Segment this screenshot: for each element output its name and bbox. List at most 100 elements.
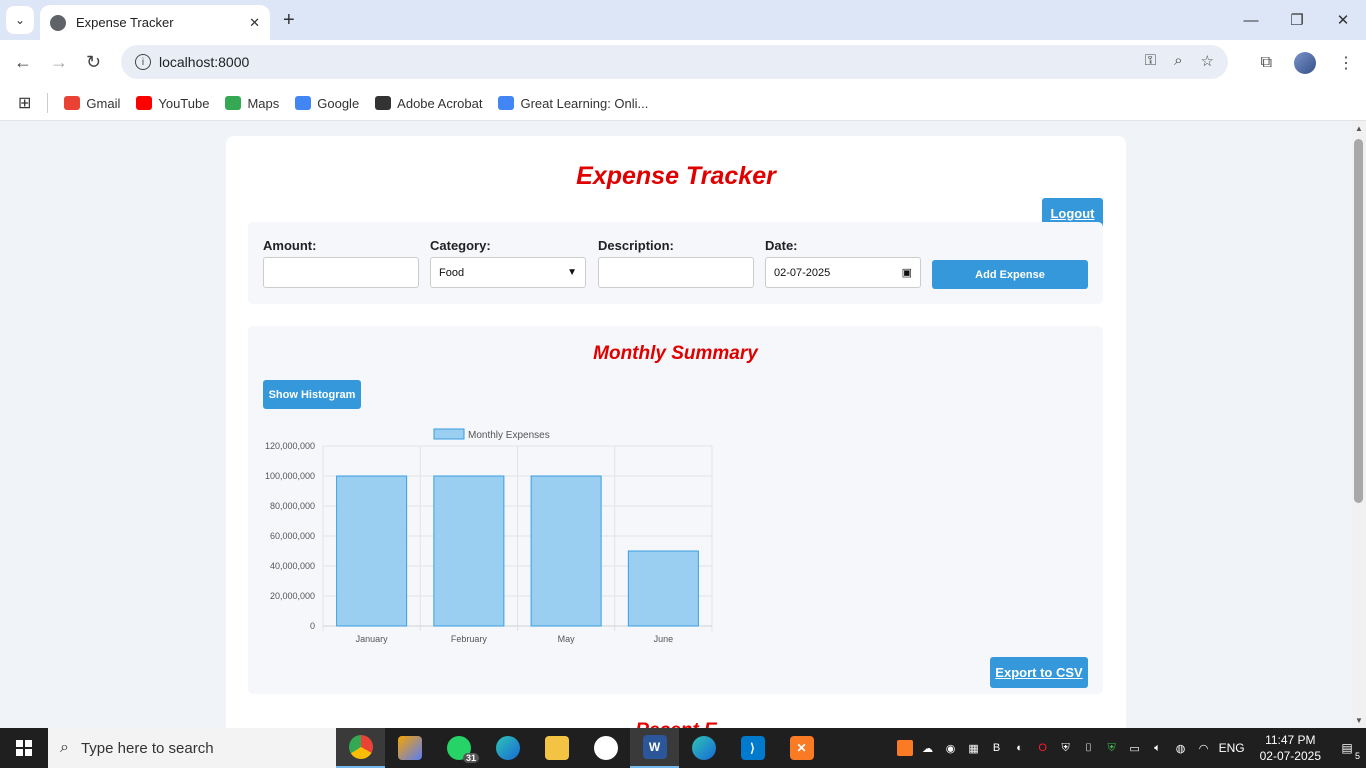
notification-count: 5 (1354, 751, 1360, 761)
restore-button[interactable]: ❐ (1274, 0, 1320, 40)
whatsapp-taskbar-icon[interactable]: 31 (434, 728, 483, 768)
browser-tab[interactable]: Expense Tracker ✕ (40, 5, 270, 40)
address-bar[interactable]: i localhost:8000 ⚿ ⌕ ☆ (121, 45, 1228, 79)
app-container: Expense Tracker Logout Amount: Category:… (226, 136, 1126, 728)
page-scrollbar[interactable]: ▲ ▼ (1352, 121, 1366, 728)
url-text: localhost:8000 (159, 54, 250, 70)
x-tick-label: February (451, 634, 488, 644)
windows-logo-icon (16, 740, 32, 756)
bookmark-label: Maps (247, 95, 280, 111)
apps-grid-icon[interactable]: ⊞ (18, 93, 31, 113)
legend-label: Monthly Expenses (468, 430, 550, 441)
amount-input[interactable] (263, 257, 419, 288)
start-button[interactable] (0, 728, 48, 768)
new-tab-button[interactable]: + (283, 9, 295, 32)
bookmark-label: YouTube (158, 95, 210, 111)
chrome-taskbar-icon[interactable] (336, 728, 385, 768)
profile-avatar[interactable] (1294, 52, 1316, 74)
legend-swatch (433, 428, 465, 440)
date-label: Date: (765, 238, 798, 253)
page-viewport: Expense Tracker Logout Amount: Category:… (0, 121, 1352, 728)
clock[interactable]: 11:47 PM 02-07-2025 (1260, 732, 1321, 764)
category-group: Category: Food ▼ (430, 238, 586, 288)
camera-icon[interactable]: ◍ (1173, 740, 1189, 756)
chevron-down-icon: ▼ (567, 267, 577, 278)
bookmark-icon (225, 96, 242, 110)
calendar-icon[interactable]: ▣ (902, 266, 912, 279)
bookmark-item[interactable]: Gmail (64, 96, 120, 111)
zoom-icon[interactable]: ⌕ (1174, 52, 1182, 70)
whatsapp-badge: 31 (462, 753, 479, 763)
bookmarks-separator (47, 93, 49, 113)
search-placeholder: Type here to search (80, 739, 214, 757)
chat-icon[interactable]: ◉ (943, 740, 959, 756)
color-picker-icon[interactable]: ◐ (1012, 740, 1028, 756)
bookmark-star-icon[interactable]: ☆ (1201, 52, 1214, 70)
tab-search-button[interactable]: ⌄ (6, 6, 34, 34)
date-input[interactable]: 02-07-2025 ▣ (765, 257, 921, 288)
vscode-taskbar-icon[interactable]: ⟩ (728, 728, 777, 768)
battery-icon[interactable]: ▭ (1127, 740, 1143, 756)
whatsapp-web-taskbar-icon[interactable] (581, 728, 630, 768)
language-indicator[interactable]: ENG (1219, 741, 1245, 755)
security-shield-icon[interactable]: ⛨ (1058, 740, 1074, 756)
bookmark-icon (498, 96, 515, 110)
windows-taskbar: ⌕ Type here to search 31 W ⟩ ✕ ☁ ◉ ▦ B ◐… (0, 728, 1366, 768)
notifications-button[interactable]: ▤ 5 (1336, 737, 1360, 761)
xampp-tray-icon[interactable] (896, 740, 913, 756)
date-group: Date: 02-07-2025 ▣ (765, 238, 921, 288)
reload-button[interactable]: ↻ (86, 52, 101, 73)
scrollbar-thumb[interactable] (1354, 139, 1363, 503)
bookmark-item[interactable]: Google (295, 96, 359, 111)
opera-icon[interactable]: O (1035, 740, 1051, 756)
show-histogram-button[interactable]: Show Histogram (263, 380, 361, 409)
bookmark-label: Gmail (86, 95, 121, 111)
scroll-down-icon[interactable]: ▼ (1355, 716, 1363, 725)
taskbar-search[interactable]: ⌕ Type here to search (48, 728, 336, 768)
add-expense-button[interactable]: Add Expense (932, 260, 1088, 289)
copilot-taskbar-icon[interactable] (385, 728, 434, 768)
volume-icon[interactable]: 🔈︎ (1150, 740, 1166, 756)
category-select[interactable]: Food ▼ (430, 257, 586, 288)
wifi-icon[interactable]: ◠ (1196, 740, 1212, 756)
y-tick-label: 100,000,000 (265, 471, 315, 481)
x-tick-label: May (558, 634, 576, 644)
app-tray-icon[interactable]: ▦ (966, 740, 982, 756)
bold-b-icon[interactable]: B (989, 740, 1005, 756)
edge-taskbar-icon[interactable] (483, 728, 532, 768)
bookmark-label: Google (317, 95, 360, 111)
y-tick-label: 60,000,000 (270, 531, 315, 541)
bookmark-item[interactable]: Adobe Acrobat (375, 96, 482, 111)
browser-tabstrip: ⌄ Expense Tracker ✕ + — ❐ ✕ (0, 0, 1366, 40)
recent-expenses-heading: Recent E (226, 720, 1126, 728)
defender-icon[interactable]: ⛨ (1104, 740, 1120, 756)
usb-icon[interactable]: ⌷ (1081, 740, 1097, 756)
scroll-up-icon[interactable]: ▲ (1355, 124, 1363, 133)
bookmark-label: Adobe Acrobat (397, 95, 483, 111)
search-icon: ⌕ (60, 739, 69, 756)
key-icon[interactable]: ⚿ (1145, 52, 1156, 70)
bookmark-item[interactable]: YouTube (136, 96, 209, 111)
description-input[interactable] (598, 257, 754, 288)
xampp-taskbar-icon[interactable]: ✕ (777, 728, 826, 768)
site-info-icon[interactable]: i (135, 54, 151, 70)
edge-profile-taskbar-icon[interactable] (679, 728, 728, 768)
menu-kebab-icon[interactable]: ⋮ (1338, 53, 1354, 73)
description-group: Description: (598, 238, 754, 288)
clock-date: 02-07-2025 (1259, 749, 1321, 763)
y-tick-label: 20,000,000 (270, 591, 315, 601)
close-tab-icon[interactable]: ✕ (249, 15, 260, 31)
bookmark-item[interactable]: Great Learning: Onli... (498, 96, 648, 111)
back-button[interactable]: ← (14, 52, 32, 73)
word-taskbar-icon[interactable]: W (630, 728, 679, 768)
minimize-button[interactable]: — (1228, 0, 1274, 40)
extensions-icon[interactable]: ⧉ (1261, 54, 1272, 72)
onedrive-icon[interactable]: ☁ (920, 740, 936, 756)
bookmarks-bar: ⊞ Gmail YouTube Maps Google Adobe Acrobat Gre… (0, 86, 1366, 121)
forward-button[interactable]: → (50, 52, 68, 73)
window-close-button[interactable]: ✕ (1320, 0, 1366, 40)
monthly-expenses-chart: Monthly Expenses 0 20,000,000 40,000,000 60,… (265, 428, 713, 644)
bookmark-item[interactable]: Maps (225, 96, 279, 111)
export-csv-button[interactable]: Export to CSV (990, 657, 1088, 688)
file-explorer-taskbar-icon[interactable] (532, 728, 581, 768)
